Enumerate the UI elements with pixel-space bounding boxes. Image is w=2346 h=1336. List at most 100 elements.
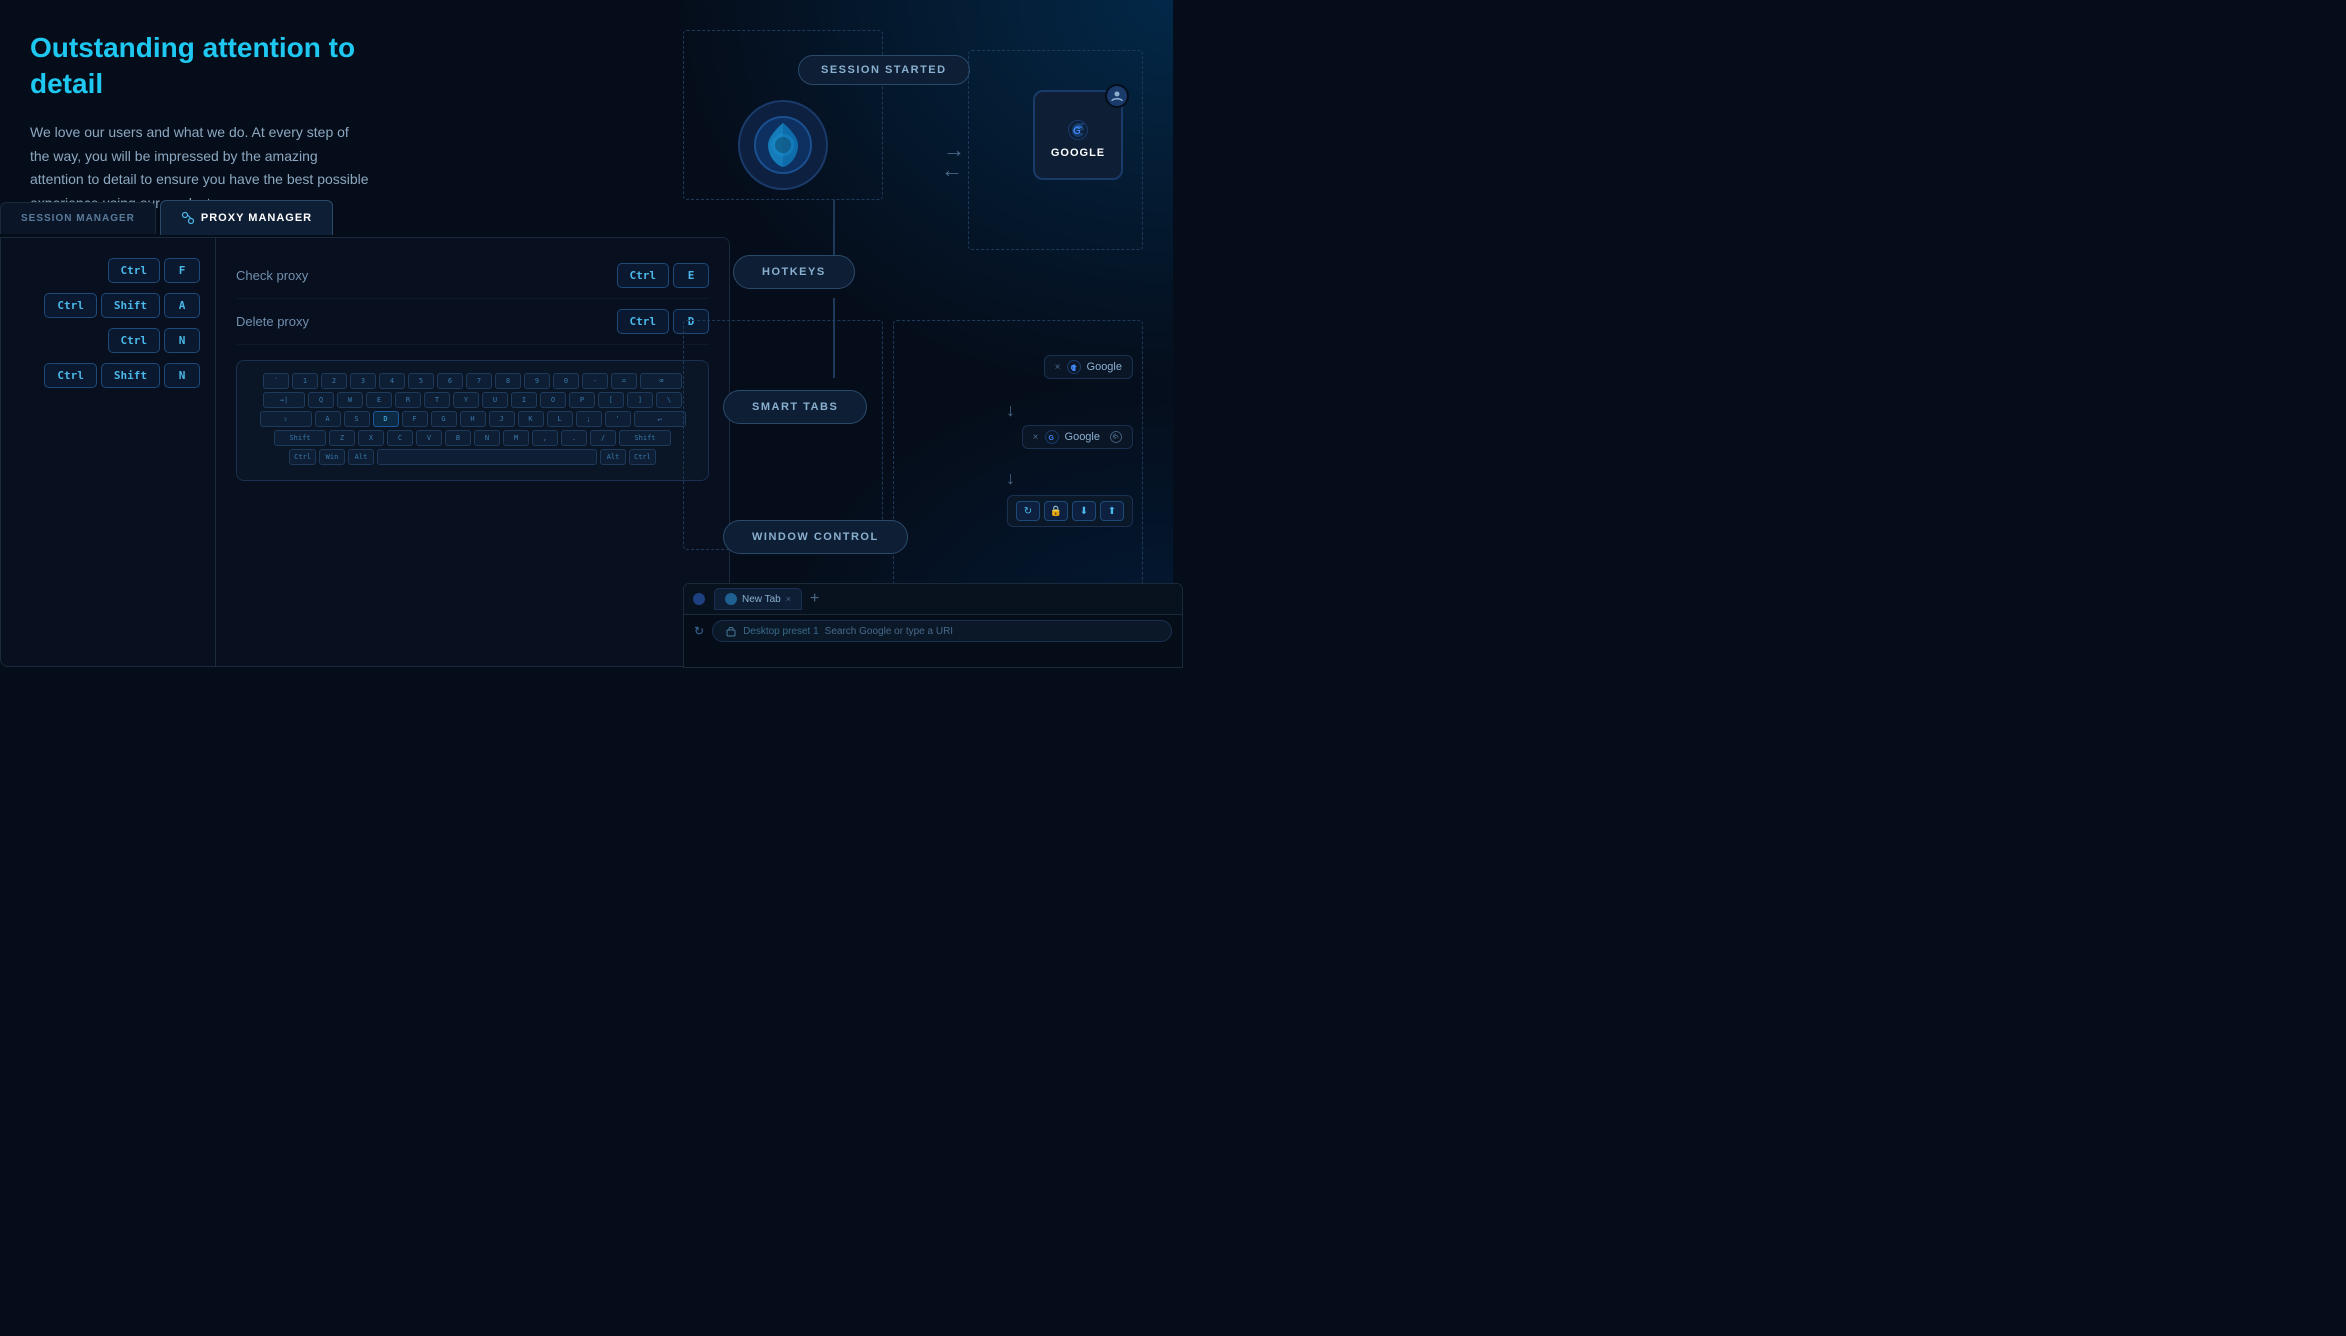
key-n-key: N	[474, 430, 500, 446]
key-v: V	[416, 430, 442, 446]
key-x: X	[358, 430, 384, 446]
key-8: 8	[495, 373, 521, 389]
key-a: A	[164, 293, 200, 318]
lock-icon	[725, 625, 737, 637]
dashed-box-smart-tabs	[683, 320, 883, 550]
key-backtick: `	[263, 373, 289, 389]
key-0: 0	[553, 373, 579, 389]
key-t: T	[424, 392, 450, 408]
key-capslock: ⇪	[260, 411, 312, 427]
browser-bar: New Tab × + ↻ Desktop preset 1 Search Go…	[683, 583, 1183, 668]
svg-text:G: G	[1070, 365, 1076, 372]
hotkey-row-3: Ctrl N	[16, 328, 200, 353]
key-3: 3	[350, 373, 376, 389]
key-b: B	[445, 430, 471, 446]
key-ctrl2: Ctrl	[44, 293, 97, 318]
key-ctrl-bottom: Ctrl	[289, 449, 316, 465]
key-m: M	[503, 430, 529, 446]
nav-refresh[interactable]: ↻	[694, 624, 704, 638]
key-q: Q	[308, 392, 334, 408]
key-z: Z	[329, 430, 355, 446]
svg-text:G: G	[1048, 435, 1054, 442]
google-label: GOOGLE	[1051, 147, 1105, 159]
tab-title-1: Google	[1087, 361, 1122, 373]
smart-tabs-label: SMART TABS	[723, 390, 867, 424]
tab-close-1[interactable]: ×	[1055, 362, 1061, 373]
new-tab-btn[interactable]: +	[810, 590, 819, 608]
svg-text:G: G	[1073, 126, 1081, 137]
check-proxy-label: Check proxy	[236, 268, 308, 283]
key-e: E	[366, 392, 392, 408]
key-7: 7	[466, 373, 492, 389]
action-export[interactable]: ⬆	[1100, 501, 1124, 521]
key-9: 9	[524, 373, 550, 389]
delete-proxy-label: Delete proxy	[236, 314, 309, 329]
key-period: .	[561, 430, 587, 446]
key-a-key: A	[315, 411, 341, 427]
key-k: K	[518, 411, 544, 427]
key-l: L	[547, 411, 573, 427]
action-strip: ↻ 🔒 ⬇ ⬆	[1007, 495, 1133, 527]
browser-tab-label: New Tab	[742, 594, 781, 605]
key-c: C	[387, 430, 413, 446]
preset-label: Desktop preset 1	[743, 626, 819, 637]
key-p: P	[569, 392, 595, 408]
session-started-label: SESSION STARTED	[798, 55, 970, 85]
key-n2: N	[164, 363, 200, 388]
proxy-icon	[181, 211, 195, 225]
tab-preview-2: × G Google	[1022, 425, 1133, 449]
key-o: O	[540, 392, 566, 408]
key-n: N	[164, 328, 200, 353]
key-2: 2	[321, 373, 347, 389]
key-alt-l: Alt	[348, 449, 374, 465]
arrow-left-1: ←	[941, 157, 963, 183]
person-icon	[1105, 84, 1129, 108]
key-j: J	[489, 411, 515, 427]
hotkeys-label: HOTKEYS	[733, 255, 855, 289]
key-u: U	[482, 392, 508, 408]
browser-tab-close[interactable]: ×	[786, 594, 791, 604]
action-import[interactable]: ⬇	[1072, 501, 1096, 521]
window-control-label: WINDOW CONTROL	[723, 520, 908, 554]
diagram-section: SESSION STARTED → ← G	[603, 0, 1173, 668]
address-placeholder: Search Google or type a URI	[825, 626, 953, 637]
tab-session[interactable]: SESSION MANAGER	[0, 202, 156, 234]
key-h: H	[460, 411, 486, 427]
key-5: 5	[408, 373, 434, 389]
app-logo-circle	[738, 100, 828, 190]
key-y: Y	[453, 392, 479, 408]
tabs-bar: SESSION MANAGER PROXY MANAGER	[0, 200, 337, 235]
key-space	[377, 449, 597, 465]
key-r: R	[395, 392, 421, 408]
key-g: G	[431, 411, 457, 427]
key-comma: ,	[532, 430, 558, 446]
key-6: 6	[437, 373, 463, 389]
key-1: 1	[292, 373, 318, 389]
key-4: 4	[379, 373, 405, 389]
key-w: W	[337, 392, 363, 408]
globe-icon	[725, 593, 737, 605]
key-shift: Shift	[101, 293, 160, 318]
tab-proxy[interactable]: PROXY MANAGER	[160, 200, 333, 235]
tab-title-2: Google	[1065, 431, 1100, 443]
arrow-down-1: ↓	[1006, 400, 1015, 421]
browser-tab-new[interactable]: New Tab ×	[714, 588, 802, 610]
tab-close-2[interactable]: ×	[1033, 432, 1039, 443]
action-lock[interactable]: 🔒	[1044, 501, 1068, 521]
key-ctrl4: Ctrl	[44, 363, 97, 388]
key-win: Win	[319, 449, 345, 465]
browser-address-bar: ↻ Desktop preset 1 Search Google or type…	[684, 615, 1182, 647]
key-f: F	[164, 258, 200, 283]
google-box: G GOOGLE	[1033, 90, 1123, 180]
connector-v-1	[833, 200, 835, 260]
page-title: Outstanding attention to detail	[30, 30, 370, 103]
key-f-key: F	[402, 411, 428, 427]
browser-tabs-bar: New Tab × +	[684, 584, 1182, 615]
key-d: D	[373, 411, 399, 427]
key-tab: →|	[263, 392, 305, 408]
key-shift2: Shift	[101, 363, 160, 388]
key-s: S	[344, 411, 370, 427]
hotkey-row-2: Ctrl Shift A	[16, 293, 200, 318]
action-refresh[interactable]: ↻	[1016, 501, 1040, 521]
key-i: I	[511, 392, 537, 408]
